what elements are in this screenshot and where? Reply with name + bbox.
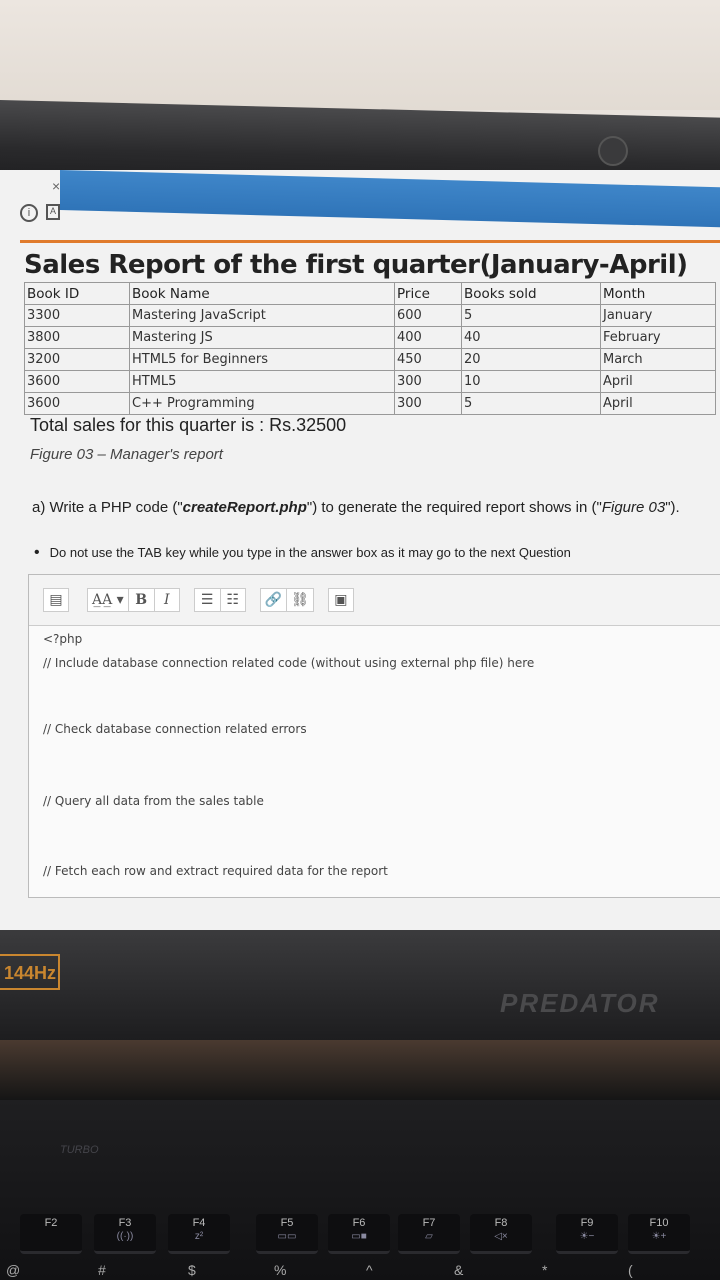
answer-editor[interactable]: ▤ A̲A̲ ▾ B I ☰ ☷ 🔗 ⛓ ▣ <?php // Include … [28,574,720,898]
laptop-hinge [0,1040,720,1100]
table-cell: April [600,370,716,393]
figure-caption: Figure 03 – Manager's report [30,446,223,463]
table-cell: February [600,326,716,349]
table-cell: 600 [394,304,462,327]
close-icon[interactable]: × [52,178,60,194]
code-line: // Check database connection related err… [43,722,307,736]
f8-key[interactable]: F8 ◁× [470,1214,532,1254]
bold-button[interactable]: B [127,588,154,612]
key-dollar[interactable]: $ [188,1262,196,1278]
key-caret[interactable]: ^ [366,1262,373,1278]
table-cell: 3600 [24,370,130,393]
table-cell: 5 [461,304,601,327]
answer-textarea[interactable]: <?php // Include database connection rel… [29,626,720,884]
f2-key[interactable]: F2 [20,1214,82,1254]
table-cell: 300 [394,392,462,415]
column-header: Book ID [24,282,130,305]
list-group: ☰ ☷ [193,588,246,612]
page-toolbar: i A [20,204,60,222]
key-at[interactable]: @ [6,1262,20,1278]
key-percent[interactable]: % [274,1262,286,1278]
f6-key[interactable]: F6 ▭■ [328,1214,390,1254]
insert-image-button[interactable]: ▣ [327,588,354,612]
table-cell: 3800 [24,326,130,349]
tab-key-note: Do not use the TAB key while you type in… [34,544,720,562]
f9-key[interactable]: F9 ☀− [556,1214,618,1254]
table-cell: 5 [461,392,601,415]
key-ampersand[interactable]: & [454,1262,463,1278]
table-row: 3800 Mastering JS 400 40 February [24,326,716,349]
table-cell: 3600 [24,392,130,415]
font-size-dropdown[interactable]: A̲A̲ ▾ [87,588,128,612]
turbo-label: TURBO [60,1144,99,1156]
info-icon[interactable]: i [20,204,38,222]
key-paren[interactable]: ( [628,1262,633,1278]
sales-report-table: Book ID Book Name Price Books sold Month… [24,282,716,415]
total-sales-text: Total sales for this quarter is : Rs.325… [30,415,347,435]
table-cell: 400 [394,326,462,349]
table-cell: C++ Programming [129,392,395,415]
webcam [598,136,628,166]
bullet-list-button[interactable]: ☰ [193,588,220,612]
table-cell: HTML5 for Beginners [129,348,395,371]
show-more-button[interactable]: ▤ [43,588,69,612]
table-row: 3600 C++ Programming 300 5 April [24,392,716,415]
code-line: // Include database connection related c… [43,656,535,670]
italic-button[interactable]: I [153,588,180,612]
f7-key[interactable]: F7 ▱ [398,1214,460,1254]
f3-key[interactable]: F3 ((·)) [94,1214,156,1254]
code-line: // Query all data from the sales table [43,794,264,808]
code-line: // Fetch each row and extract required d… [43,864,388,878]
table-cell: 40 [461,326,601,349]
column-header: Book Name [129,282,395,305]
table-row: 3300 Mastering JavaScript 600 5 January [24,304,716,327]
table-cell: January [600,304,716,327]
link-group: 🔗 ⛓ [259,588,314,612]
table-cell: 3300 [24,304,130,327]
table-row: 3200 HTML5 for Beginners 450 20 March [24,348,716,371]
table-cell: 450 [394,348,462,371]
pdf-icon[interactable]: A [46,204,60,220]
code-line: <?php [43,632,83,646]
table-cell: 300 [394,370,462,393]
laptop-bottom-bezel [0,930,720,1040]
column-header: Month [600,282,716,305]
refresh-rate-badge: 144Hz [0,954,60,990]
background-wall [0,0,720,110]
text-format-group: A̲A̲ ▾ B I [87,588,180,612]
f4-key[interactable]: F4 z² [168,1214,230,1254]
table-cell: Mastering JavaScript [129,304,395,327]
editor-toolbar: ▤ A̲A̲ ▾ B I ☰ ☷ 🔗 ⛓ ▣ [29,575,720,626]
report-title: Sales Report of the first quarter(Januar… [24,250,688,280]
table-cell: Mastering JS [129,326,395,349]
f5-key[interactable]: F5 ▭▭ [256,1214,318,1254]
table-cell: April [600,392,716,415]
numbered-list-button[interactable]: ☷ [219,588,246,612]
column-header: Price [394,282,462,305]
question-text: a) Write a PHP code ("createReport.php")… [32,499,680,516]
unlink-button[interactable]: ⛓ [286,588,314,612]
brand-logo: PREDATOR [500,988,660,1018]
link-button[interactable]: 🔗 [259,588,287,612]
question-content: Sales Report of the first quarter(Januar… [24,240,720,562]
table-cell: HTML5 [129,370,395,393]
table-row: 3600 HTML5 300 10 April [24,370,716,393]
key-asterisk[interactable]: * [542,1262,547,1278]
table-cell: 3200 [24,348,130,371]
table-cell: March [600,348,716,371]
table-cell: 10 [461,370,601,393]
f10-key[interactable]: F10 ☀+ [628,1214,690,1254]
table-header-row: Book ID Book Name Price Books sold Month [24,282,716,305]
table-cell: 20 [461,348,601,371]
key-hash[interactable]: # [98,1262,106,1278]
column-header: Books sold [461,282,601,305]
